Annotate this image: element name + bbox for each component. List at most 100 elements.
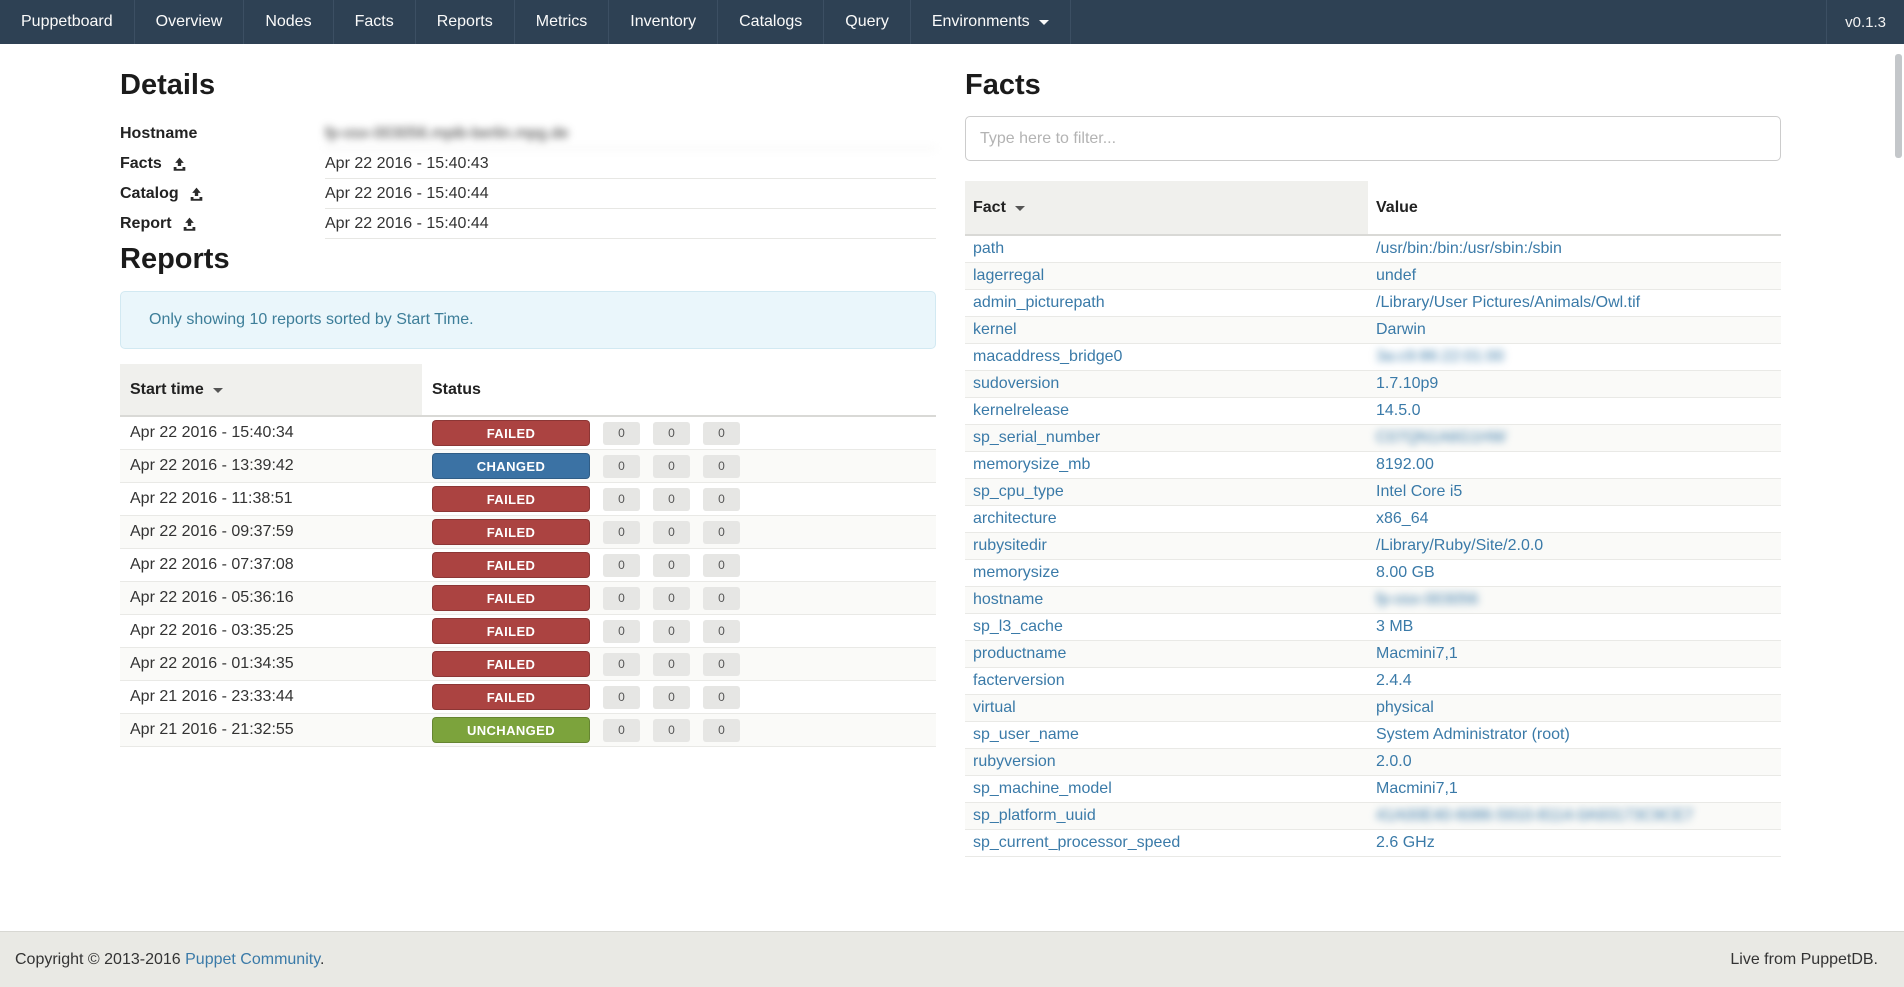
- fact-name-link[interactable]: rubyversion: [973, 753, 1056, 770]
- fact-name-link[interactable]: kernel: [973, 321, 1017, 338]
- fact-name-link[interactable]: sp_cpu_type: [973, 483, 1064, 500]
- fact-value-link[interactable]: fp-osx-003056: [1376, 591, 1478, 608]
- report-status-badge[interactable]: FAILED: [432, 519, 590, 545]
- report-start-time[interactable]: Apr 22 2016 - 07:37:08: [120, 549, 422, 582]
- report-start-time[interactable]: Apr 22 2016 - 09:37:59: [120, 516, 422, 549]
- report-start-time[interactable]: Apr 22 2016 - 01:34:35: [120, 648, 422, 681]
- fact-value-link[interactable]: /usr/bin:/bin:/usr/sbin:/sbin: [1376, 240, 1562, 257]
- report-row[interactable]: Apr 22 2016 - 03:35:25 FAILED 000: [120, 615, 936, 648]
- fact-name-link[interactable]: admin_picturepath: [973, 294, 1105, 311]
- report-start-time[interactable]: Apr 21 2016 - 23:33:44: [120, 681, 422, 714]
- report-row[interactable]: Apr 22 2016 - 13:39:42 CHANGED 000: [120, 450, 936, 483]
- fact-value-link[interactable]: 41A00E40-6086-5910-8114-0A93173C9CE7: [1376, 807, 1693, 824]
- fact-name-link[interactable]: facterversion: [973, 672, 1065, 689]
- fact-value-link[interactable]: Intel Core i5: [1376, 483, 1462, 500]
- report-count-badge: 0: [703, 587, 740, 610]
- fact-name-link[interactable]: sp_platform_uuid: [973, 807, 1096, 824]
- nav-item-inventory[interactable]: Inventory: [609, 0, 718, 44]
- report-row[interactable]: Apr 22 2016 - 05:36:16 FAILED 000: [120, 582, 936, 615]
- report-start-time[interactable]: Apr 22 2016 - 11:38:51: [120, 483, 422, 516]
- fact-name-link[interactable]: sp_machine_model: [973, 780, 1112, 797]
- fact-name-link[interactable]: sp_user_name: [973, 726, 1079, 743]
- report-status-badge[interactable]: FAILED: [432, 651, 590, 677]
- fact-value-link[interactable]: 2.6 GHz: [1376, 834, 1435, 851]
- fact-value-link[interactable]: 3a:c9:86:22:01:00: [1376, 348, 1504, 365]
- nav-item-environments[interactable]: Environments: [911, 0, 1071, 44]
- report-start-time[interactable]: Apr 21 2016 - 21:32:55: [120, 714, 422, 747]
- fact-value-link[interactable]: 3 MB: [1376, 618, 1413, 635]
- fact-value-link[interactable]: x86_64: [1376, 510, 1429, 527]
- report-row[interactable]: Apr 22 2016 - 01:34:35 FAILED 000: [120, 648, 936, 681]
- fact-name-link[interactable]: virtual: [973, 699, 1016, 716]
- report-row[interactable]: Apr 22 2016 - 11:38:51 FAILED 000: [120, 483, 936, 516]
- facts-filter-input[interactable]: [965, 116, 1781, 161]
- fact-name-link[interactable]: sp_l3_cache: [973, 618, 1063, 635]
- fact-value-link[interactable]: 14.5.0: [1376, 402, 1420, 419]
- report-start-time[interactable]: Apr 22 2016 - 05:36:16: [120, 582, 422, 615]
- report-count-badge: 0: [653, 620, 690, 643]
- report-status-badge[interactable]: FAILED: [432, 552, 590, 578]
- fact-name-link[interactable]: lagerregal: [973, 267, 1044, 284]
- report-status-badge[interactable]: UNCHANGED: [432, 717, 590, 743]
- fact-name-link[interactable]: sudoversion: [973, 375, 1059, 392]
- report-status-badge[interactable]: FAILED: [432, 420, 590, 446]
- report-status-badge[interactable]: FAILED: [432, 684, 590, 710]
- fact-value-link[interactable]: /Library/User Pictures/Animals/Owl.tif: [1376, 294, 1640, 311]
- fact-value-link[interactable]: 2.4.4: [1376, 672, 1412, 689]
- fact-value-link[interactable]: Macmini7,1: [1376, 645, 1458, 662]
- fact-value-link[interactable]: Macmini7,1: [1376, 780, 1458, 797]
- report-row[interactable]: Apr 21 2016 - 23:33:44 FAILED 000: [120, 681, 936, 714]
- report-status-badge[interactable]: FAILED: [432, 585, 590, 611]
- upload-icon[interactable]: [172, 157, 187, 172]
- reports-sort-header-start-time[interactable]: Start time: [120, 364, 422, 416]
- report-start-time[interactable]: Apr 22 2016 - 15:40:34: [120, 416, 422, 450]
- report-row[interactable]: Apr 22 2016 - 09:37:59 FAILED 000: [120, 516, 936, 549]
- report-start-time[interactable]: Apr 22 2016 - 13:39:42: [120, 450, 422, 483]
- fact-name-link[interactable]: memorysize: [973, 564, 1059, 581]
- nav-item-catalogs[interactable]: Catalogs: [718, 0, 824, 44]
- fact-value-link[interactable]: 8.00 GB: [1376, 564, 1435, 581]
- fact-name-link[interactable]: macaddress_bridge0: [973, 348, 1122, 365]
- fact-value-link[interactable]: System Administrator (root): [1376, 726, 1570, 743]
- fact-value-link[interactable]: C07QN1A6G1HW: [1376, 429, 1506, 446]
- fact-name-link[interactable]: sp_serial_number: [973, 429, 1100, 446]
- nav-item-nodes[interactable]: Nodes: [244, 0, 333, 44]
- navbar-brand[interactable]: Puppetboard: [0, 0, 135, 44]
- fact-name-link[interactable]: path: [973, 240, 1004, 257]
- scrollbar-thumb[interactable]: [1895, 54, 1902, 158]
- report-row[interactable]: Apr 21 2016 - 21:32:55 UNCHANGED 000: [120, 714, 936, 747]
- fact-name-link[interactable]: architecture: [973, 510, 1057, 527]
- fact-value-link[interactable]: physical: [1376, 699, 1434, 716]
- fact-value-link[interactable]: 8192.00: [1376, 456, 1434, 473]
- fact-name-link[interactable]: memorysize_mb: [973, 456, 1090, 473]
- upload-icon[interactable]: [182, 217, 197, 232]
- fact-value-link[interactable]: 2.0.0: [1376, 753, 1412, 770]
- fact-name-link[interactable]: productname: [973, 645, 1066, 662]
- report-row[interactable]: Apr 22 2016 - 15:40:34 FAILED 000: [120, 416, 936, 450]
- facts-column: Facts Fact Value path /usr/bin:/bin:/usr…: [965, 44, 1781, 857]
- facts-sort-header-fact[interactable]: Fact: [965, 181, 1368, 235]
- fact-value-link[interactable]: Darwin: [1376, 321, 1426, 338]
- report-count-badge: 0: [653, 521, 690, 544]
- fact-value-link[interactable]: 1.7.10p9: [1376, 375, 1438, 392]
- nav-item-facts[interactable]: Facts: [334, 0, 416, 44]
- report-start-time[interactable]: Apr 22 2016 - 03:35:25: [120, 615, 422, 648]
- report-status-badge[interactable]: FAILED: [432, 618, 590, 644]
- nav-item-reports[interactable]: Reports: [416, 0, 515, 44]
- report-status-badge[interactable]: FAILED: [432, 486, 590, 512]
- fact-name-link[interactable]: rubysitedir: [973, 537, 1047, 554]
- fact-name-link[interactable]: hostname: [973, 591, 1043, 608]
- fact-value-link[interactable]: undef: [1376, 267, 1416, 284]
- fact-value-link[interactable]: /Library/Ruby/Site/2.0.0: [1376, 537, 1543, 554]
- nav-item-query[interactable]: Query: [824, 0, 911, 44]
- detail-label-text: Hostname: [120, 125, 197, 143]
- fact-name-link[interactable]: kernelrelease: [973, 402, 1069, 419]
- report-status-group: FAILED 000: [432, 420, 926, 446]
- nav-item-overview[interactable]: Overview: [135, 0, 245, 44]
- report-status-badge[interactable]: CHANGED: [432, 453, 590, 479]
- fact-name-link[interactable]: sp_current_processor_speed: [973, 834, 1180, 851]
- puppet-community-link[interactable]: Puppet Community: [185, 951, 320, 968]
- report-row[interactable]: Apr 22 2016 - 07:37:08 FAILED 000: [120, 549, 936, 582]
- nav-item-metrics[interactable]: Metrics: [515, 0, 610, 44]
- upload-icon[interactable]: [189, 187, 204, 202]
